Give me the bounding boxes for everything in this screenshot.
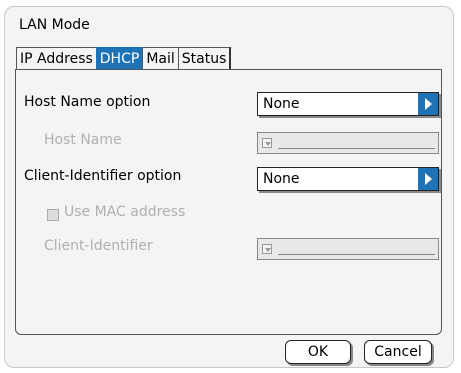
cancel-button[interactable]: Cancel [364,340,432,364]
client-identifier-option-select[interactable]: None [257,167,439,191]
tab-mail[interactable]: Mail [142,47,178,69]
use-mac-address-checkbox [47,209,59,221]
dhcp-panel: Host Name option None Host Name Client-I… [15,69,442,335]
dialog-title: LAN Mode [19,17,90,33]
host-name-field [257,132,439,154]
client-identifier-label: Client-Identifier [44,238,153,254]
edit-field-icon [262,138,272,148]
client-identifier-option-value: None [263,171,300,187]
field-underline [278,148,435,149]
host-name-label: Host Name [44,132,122,148]
lan-mode-dialog: LAN Mode IP Address DHCP Mail Status Hos… [4,6,454,368]
tab-status[interactable]: Status [177,47,232,69]
client-identifier-field [257,238,439,260]
field-underline [278,254,435,255]
tab-bar: IP Address DHCP Mail Status [16,47,232,69]
host-name-option-label: Host Name option [24,94,151,110]
host-name-option-select[interactable]: None [257,92,439,116]
host-name-option-value: None [263,96,300,112]
arrow-right-icon [418,168,438,190]
edit-field-icon [262,244,272,254]
tab-ip-address[interactable]: IP Address [16,47,96,69]
client-identifier-option-label: Client-Identifier option [24,168,182,184]
arrow-right-icon [418,93,438,115]
ok-button[interactable]: OK [285,340,351,364]
tab-dhcp[interactable]: DHCP [95,47,143,69]
use-mac-address-label: Use MAC address [64,204,186,220]
